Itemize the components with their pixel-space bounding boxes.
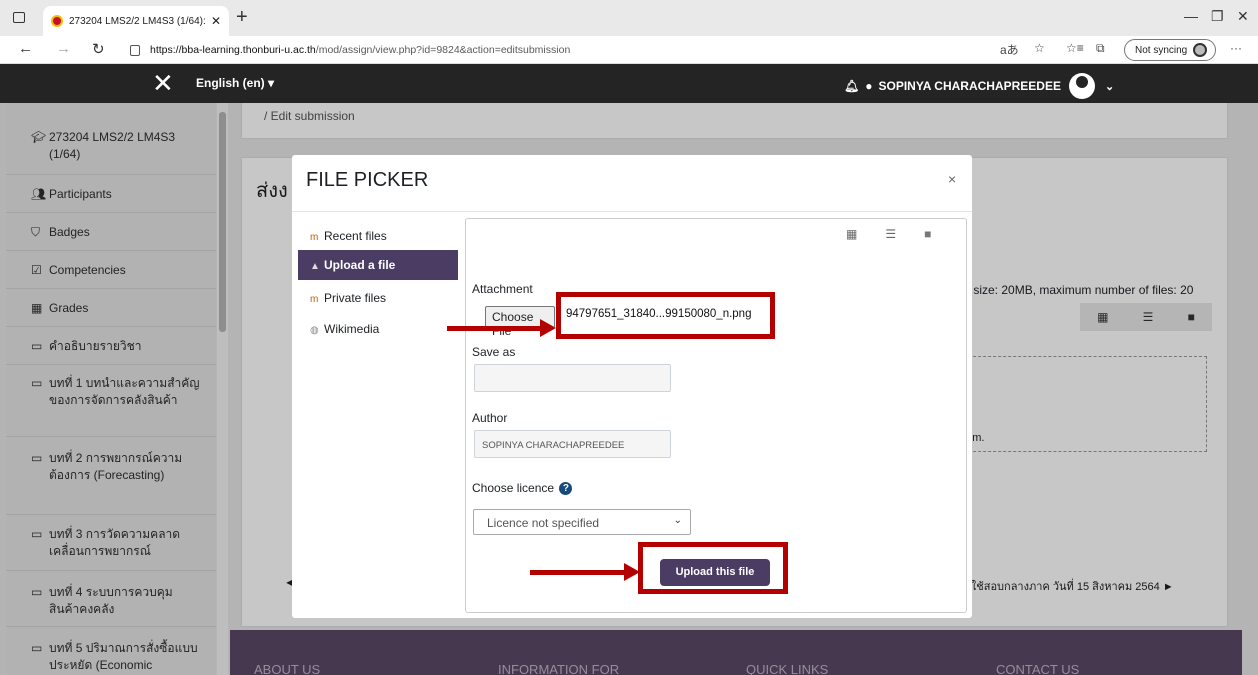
- collections-icon[interactable]: ⧉: [1096, 41, 1105, 56]
- caret-down-icon: ▾: [268, 76, 275, 90]
- author-input[interactable]: SOPINYA CHARACHAPREEDEE: [474, 430, 671, 458]
- favorite-add-icon[interactable]: ☆: [1034, 41, 1045, 55]
- close-drawer-icon[interactable]: ✕: [152, 68, 174, 99]
- arrow-to-upload-button: [530, 570, 628, 575]
- user-area: 🔔︎ ● SOPINYA CHARACHAPREEDEE ⌄: [844, 73, 1114, 99]
- sync-button[interactable]: Not syncing: [1124, 39, 1216, 61]
- file-name-highlight: [556, 292, 775, 339]
- arrow-head-icon: [624, 563, 640, 581]
- tab-actions-icon[interactable]: [13, 12, 25, 23]
- file-picker-dialog: FILE PICKER × m Recent files ▲ Upload a fi…: [292, 155, 972, 618]
- url-host: https://bba-learning.thonburi-u.ac.th: [150, 44, 316, 56]
- grid-view-icon[interactable]: ▦: [846, 227, 857, 241]
- language-menu[interactable]: English (en) ▾: [196, 76, 274, 90]
- licence-selected: Licence not specified: [487, 516, 600, 530]
- read-aloud-icon[interactable]: aあ: [1000, 41, 1019, 58]
- forward-icon[interactable]: →: [56, 40, 71, 57]
- upload-button-highlight: [638, 542, 788, 594]
- refresh-icon[interactable]: ↻: [92, 40, 105, 58]
- chat-icon[interactable]: ●: [865, 79, 872, 93]
- moodle-icon: m: [310, 294, 319, 305]
- user-avatar[interactable]: [1068, 73, 1095, 99]
- repo-upload-file[interactable]: ▲ Upload a file: [298, 250, 458, 280]
- address-bar[interactable]: https://bba-learning.thonburi-u.ac.th/mo…: [130, 41, 980, 59]
- wikimedia-icon: ◍: [310, 325, 319, 336]
- repo-private-files[interactable]: m Private files: [298, 283, 458, 313]
- dialog-divider: [292, 211, 972, 212]
- repo-label: Wikimedia: [324, 322, 380, 336]
- help-icon[interactable]: ?: [559, 482, 573, 496]
- licence-select[interactable]: Licence not specified ⌄: [473, 509, 691, 535]
- arrow-to-file-name: [447, 326, 543, 331]
- save-as-label: Save as: [472, 345, 516, 359]
- arrow-head-icon: [540, 319, 556, 337]
- bell-icon[interactable]: 🔔︎: [844, 79, 859, 93]
- repo-label: Recent files: [324, 229, 387, 243]
- author-label: Author: [472, 411, 508, 425]
- list-view-icon[interactable]: ☰: [885, 227, 896, 241]
- dialog-title: FILE PICKER: [306, 169, 429, 191]
- profile-avatar: [1193, 43, 1208, 57]
- folder-view-icon[interactable]: ■: [924, 227, 931, 241]
- licence-label-row: Choose licence ?: [472, 481, 573, 496]
- save-as-input[interactable]: [474, 364, 671, 392]
- repo-label: Upload a file: [324, 258, 396, 272]
- upload-icon: ▲: [310, 261, 320, 272]
- browser-tab[interactable]: 273204 LMS2/2 LM4S3 (1/64): ส่ง ✕: [43, 6, 229, 36]
- back-icon[interactable]: ←: [18, 40, 33, 57]
- site-header: ✕ English (en) ▾ 🔔︎ ● SOPINYA CHARACHAPR…: [0, 64, 1258, 103]
- moodle-icon: m: [310, 232, 319, 243]
- user-name[interactable]: SOPINYA CHARACHAPREEDEE: [878, 79, 1060, 93]
- sync-label: Not syncing: [1135, 44, 1188, 56]
- chevron-down-icon: ⌄: [673, 515, 682, 526]
- licence-label: Choose licence: [472, 481, 555, 495]
- repo-wikimedia[interactable]: ◍ Wikimedia: [298, 314, 458, 344]
- language-label: English (en): [196, 76, 265, 90]
- close-tab-icon[interactable]: ✕: [211, 14, 221, 28]
- repo-recent-files[interactable]: m Recent files: [298, 221, 458, 251]
- site-favicon-icon: [51, 15, 63, 27]
- new-tab-icon[interactable]: +: [236, 6, 248, 29]
- favorites-icon[interactable]: ☆≡: [1066, 41, 1084, 55]
- picker-view-toolbar: ▦ ☰ ■: [846, 227, 931, 241]
- close-icon[interactable]: ×: [948, 171, 956, 187]
- minimize-icon[interactable]: —: [1184, 8, 1198, 24]
- url-path: /mod/assign/view.php?id=9824&action=edit…: [315, 44, 571, 56]
- browser-nav-bar: ← → ↻ https://bba-learning.thonburi-u.ac…: [0, 36, 1258, 64]
- restore-icon[interactable]: ❐: [1211, 8, 1224, 25]
- close-window-icon[interactable]: ✕: [1237, 8, 1249, 25]
- more-menu-icon[interactable]: ···: [1230, 41, 1242, 55]
- tab-title: 273204 LMS2/2 LM4S3 (1/64): ส่ง: [69, 15, 207, 27]
- lock-icon: [130, 44, 140, 56]
- user-menu-chevron-icon[interactable]: ⌄: [1105, 80, 1114, 93]
- attachment-label: Attachment: [472, 282, 533, 296]
- repo-label: Private files: [324, 291, 387, 305]
- browser-tab-bar: 273204 LMS2/2 LM4S3 (1/64): ส่ง ✕ + — ❐ …: [0, 0, 1258, 36]
